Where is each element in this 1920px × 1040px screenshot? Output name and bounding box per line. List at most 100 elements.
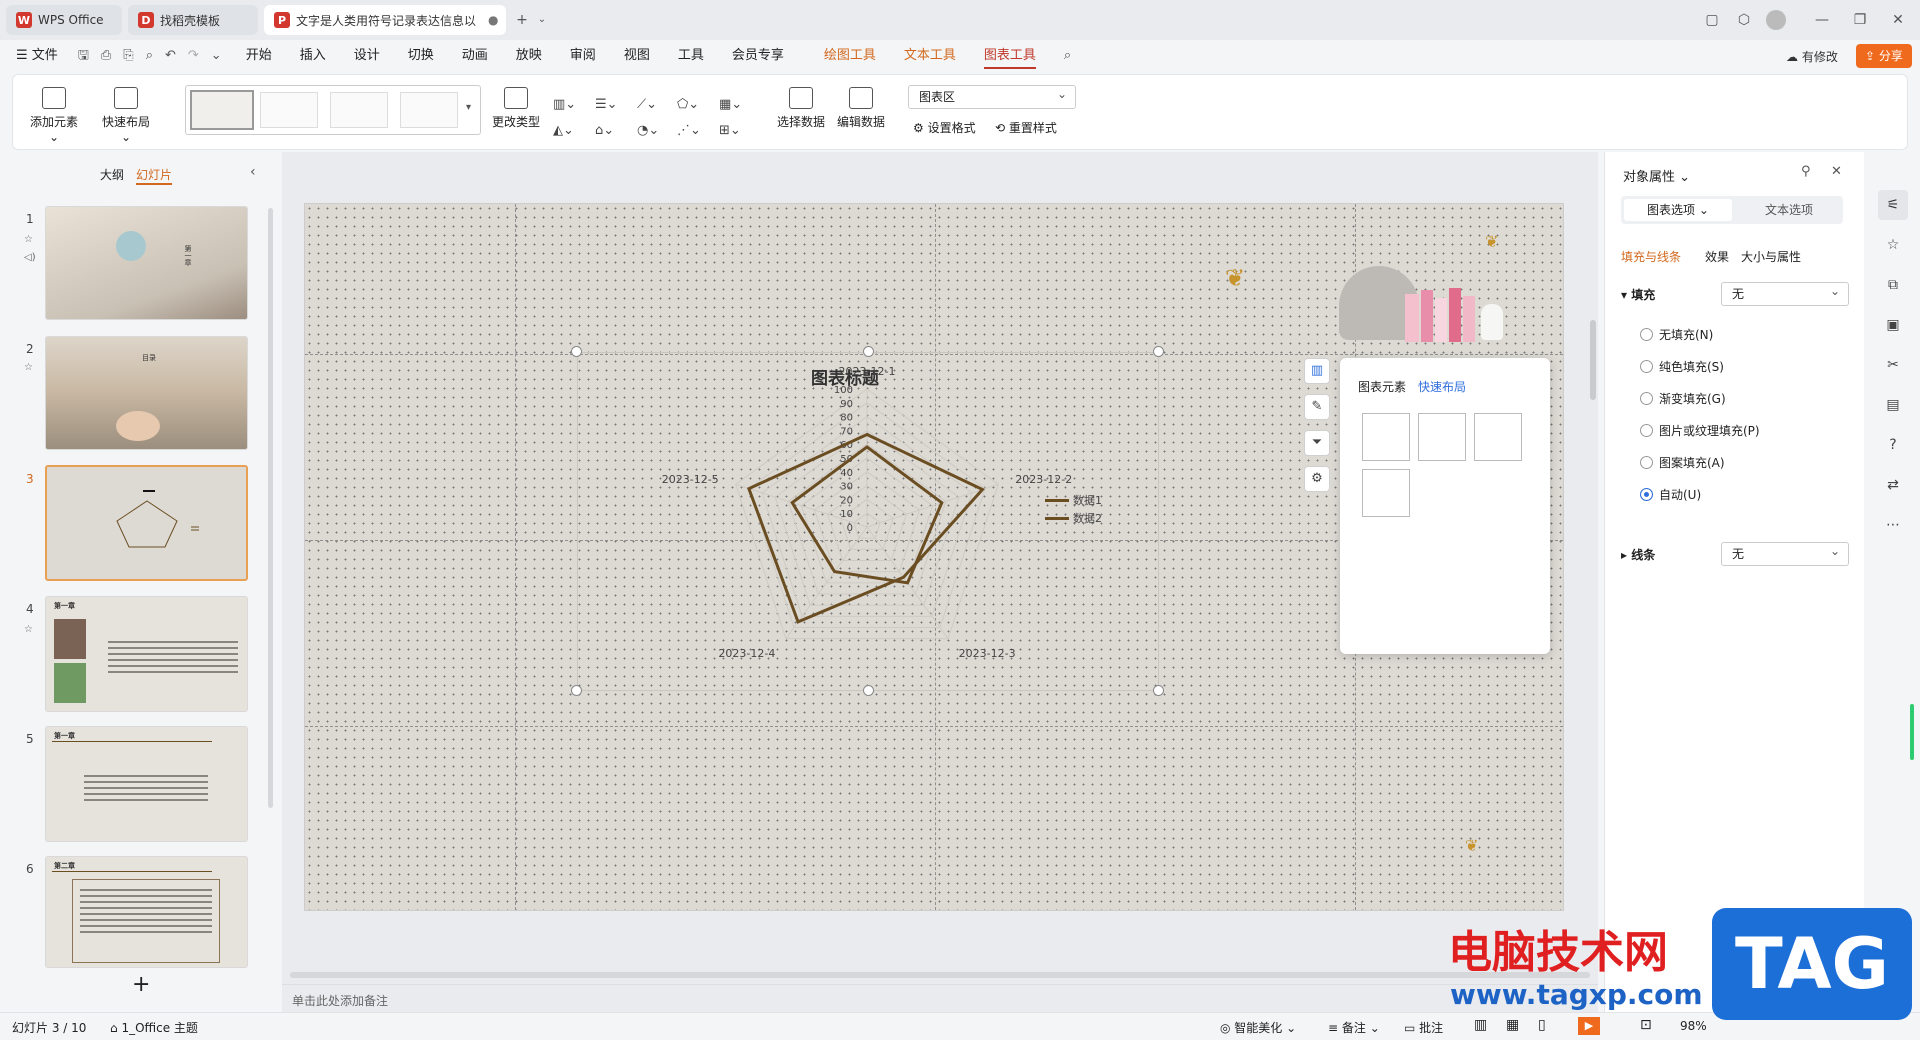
change-type-button[interactable]: 更改类型 bbox=[489, 87, 543, 130]
more-icon[interactable]: ⌄ bbox=[205, 40, 232, 72]
fit-icon[interactable]: ⊡ bbox=[1640, 1017, 1652, 1033]
radio-picture-fill[interactable]: 图片或纹理填充(P) bbox=[1640, 422, 1760, 439]
chart-settings-icon[interactable]: ⚙ bbox=[1304, 466, 1330, 492]
slide-thumb-3[interactable] bbox=[45, 465, 248, 581]
bar-chart-icon[interactable]: ▥⌄ bbox=[553, 97, 583, 117]
chart-style-3[interactable] bbox=[330, 92, 388, 128]
line-select[interactable]: 无 bbox=[1721, 540, 1849, 566]
combo-chart-icon[interactable]: ⊞⌄ bbox=[719, 123, 749, 143]
properties-icon[interactable]: ⚟ bbox=[1878, 190, 1908, 220]
chart-style-1[interactable] bbox=[190, 90, 254, 130]
undo-icon[interactable]: ↶ bbox=[159, 40, 182, 72]
fill-section[interactable]: ▾ 填充 bbox=[1621, 286, 1655, 303]
slide-thumb-6[interactable]: 第二章 bbox=[45, 856, 248, 968]
chart-area-select[interactable]: 图表区 bbox=[908, 83, 1076, 109]
slide-thumb-1[interactable]: 第一章 bbox=[45, 206, 248, 320]
menu-home[interactable]: 开始 bbox=[232, 40, 286, 72]
new-tab-icon[interactable]: + bbox=[512, 10, 532, 30]
menu-tools[interactable]: 工具 bbox=[664, 40, 718, 72]
menu-text-tools[interactable]: 文本工具 bbox=[890, 40, 970, 72]
chart-legend[interactable]: 数据1 数据2 bbox=[1045, 492, 1102, 526]
layout-option-1[interactable] bbox=[1362, 413, 1410, 461]
edit-data-button[interactable]: 编辑数据 bbox=[835, 87, 887, 130]
scatter-chart-icon[interactable]: ⋰⌄ bbox=[677, 123, 707, 143]
fill-select[interactable]: 无 bbox=[1721, 280, 1849, 306]
stock-chart-icon[interactable]: ⌂⌄ bbox=[595, 123, 625, 143]
radio-no-fill[interactable]: 无填充(N) bbox=[1640, 326, 1713, 343]
radio-auto-fill[interactable]: 自动(U) bbox=[1640, 486, 1701, 503]
table-chart-icon[interactable]: ▦⌄ bbox=[719, 97, 749, 117]
subtab-size[interactable]: 大小与属性 bbox=[1741, 248, 1801, 265]
help-icon[interactable]: ? bbox=[1878, 430, 1908, 460]
layout-option-4[interactable] bbox=[1362, 469, 1410, 517]
subtab-effect[interactable]: 效果 bbox=[1705, 248, 1729, 265]
chart-style-brush-icon[interactable]: ✎ bbox=[1304, 394, 1330, 420]
menu-chart-tools[interactable]: 图表工具 bbox=[970, 40, 1050, 72]
tab-chart-options[interactable]: 图表选项 ⌄ bbox=[1624, 199, 1732, 221]
export-icon[interactable]: ⎙ bbox=[95, 40, 117, 72]
line-section[interactable]: ▸ 线条 bbox=[1621, 546, 1655, 563]
menu-view[interactable]: 视图 bbox=[610, 40, 664, 72]
zoom-level[interactable]: 98% bbox=[1680, 1019, 1707, 1033]
preview-icon[interactable]: ⌕ bbox=[140, 40, 159, 72]
normal-view-icon[interactable]: ▥ bbox=[1474, 1017, 1487, 1033]
popup-tab-elements[interactable]: 图表元素 bbox=[1358, 378, 1406, 395]
menu-review[interactable]: 审阅 bbox=[556, 40, 610, 72]
vertical-scrollbar[interactable] bbox=[1590, 320, 1596, 400]
slide-thumb-5[interactable]: 第一章 bbox=[45, 726, 248, 842]
restore-icon[interactable]: ❐ bbox=[1850, 10, 1870, 30]
tab-list-icon[interactable]: ⌄ bbox=[532, 10, 552, 30]
chart-style-gallery[interactable]: ▾ bbox=[185, 85, 481, 135]
cube-icon[interactable]: ⬡ bbox=[1734, 10, 1754, 30]
reset-style-button[interactable]: ⟲ 重置样式 bbox=[995, 119, 1057, 136]
menu-insert[interactable]: 插入 bbox=[286, 40, 340, 72]
subtab-fill-line[interactable]: 填充与线条 bbox=[1621, 248, 1681, 265]
chart-style-2[interactable] bbox=[260, 92, 318, 128]
redo-icon[interactable]: ↷ bbox=[182, 40, 205, 72]
tab-wps-office[interactable]: W WPS Office bbox=[6, 5, 122, 35]
tab-template[interactable]: D 找稻壳模板 bbox=[128, 5, 258, 35]
tab-outline[interactable]: 大纲 bbox=[100, 166, 124, 183]
menu-file[interactable]: ☰ 文件 bbox=[0, 40, 72, 72]
menu-design[interactable]: 设计 bbox=[340, 40, 394, 72]
menu-slideshow[interactable]: 放映 bbox=[502, 40, 556, 72]
thumb-scrollbar[interactable] bbox=[268, 208, 273, 808]
comments-button[interactable]: ▭ 批注 bbox=[1404, 1019, 1443, 1036]
menu-transition[interactable]: 切换 bbox=[394, 40, 448, 72]
add-slide-button[interactable]: + bbox=[132, 972, 150, 997]
chart-filter-icon[interactable]: ⏷ bbox=[1304, 430, 1330, 456]
book-icon[interactable]: ▤ bbox=[1878, 390, 1908, 420]
changes-indicator[interactable]: ☁ 有修改 bbox=[1786, 48, 1838, 65]
menu-animation[interactable]: 动画 bbox=[448, 40, 502, 72]
area-chart-icon[interactable]: ◭⌄ bbox=[553, 123, 583, 143]
layout-option-3[interactable] bbox=[1474, 413, 1522, 461]
add-element-button[interactable]: 添加元素 ⌄ bbox=[25, 87, 83, 144]
layout-option-2[interactable] bbox=[1418, 413, 1466, 461]
reading-view-icon[interactable]: ▯ bbox=[1538, 1017, 1546, 1033]
slide-thumb-4[interactable]: 第一章 bbox=[45, 596, 248, 712]
pin-icon[interactable]: ⚲ bbox=[1801, 164, 1811, 179]
menu-drawing-tools[interactable]: 绘图工具 bbox=[810, 40, 890, 72]
set-format-button[interactable]: ⚙ 设置格式 bbox=[913, 119, 976, 136]
tools-icon[interactable]: ✂ bbox=[1878, 350, 1908, 380]
menu-member[interactable]: 会员专享 bbox=[718, 40, 798, 72]
save-icon[interactable]: 🖫 bbox=[72, 40, 95, 72]
radio-gradient-fill[interactable]: 渐变填充(G) bbox=[1640, 390, 1726, 407]
radio-pattern-fill[interactable]: 图案填充(A) bbox=[1640, 454, 1725, 471]
quick-layout-button[interactable]: 快速布局 ⌄ bbox=[97, 87, 155, 144]
close-panel-icon[interactable]: ✕ bbox=[1831, 164, 1842, 179]
pie-chart-icon[interactable]: ◔⌄ bbox=[637, 123, 667, 143]
theme-name[interactable]: ⌂ 1_Office 主题 bbox=[110, 1019, 198, 1036]
close-icon[interactable]: ✕ bbox=[1888, 10, 1908, 30]
tab-text-options[interactable]: 文本选项 bbox=[1737, 199, 1841, 221]
popup-tab-layout[interactable]: 快速布局 bbox=[1418, 378, 1466, 395]
tab-presentation[interactable]: P 文字是人类用符号记录表达信息以 ● bbox=[264, 5, 506, 35]
layout-icon[interactable]: ▢ bbox=[1702, 10, 1722, 30]
share-button[interactable]: ⇪ 分享 bbox=[1856, 44, 1912, 68]
search-icon[interactable]: ⌕ bbox=[1050, 40, 1085, 72]
panel-title[interactable]: 对象属性 ⌄ bbox=[1623, 166, 1690, 185]
slide-thumb-2[interactable]: 目录 bbox=[45, 336, 248, 450]
beautify-button[interactable]: ◎ 智能美化 ⌄ bbox=[1220, 1019, 1296, 1036]
line-chart-icon[interactable]: ⟋⌄ bbox=[637, 97, 667, 117]
tab-slides[interactable]: 幻灯片 bbox=[136, 166, 173, 185]
